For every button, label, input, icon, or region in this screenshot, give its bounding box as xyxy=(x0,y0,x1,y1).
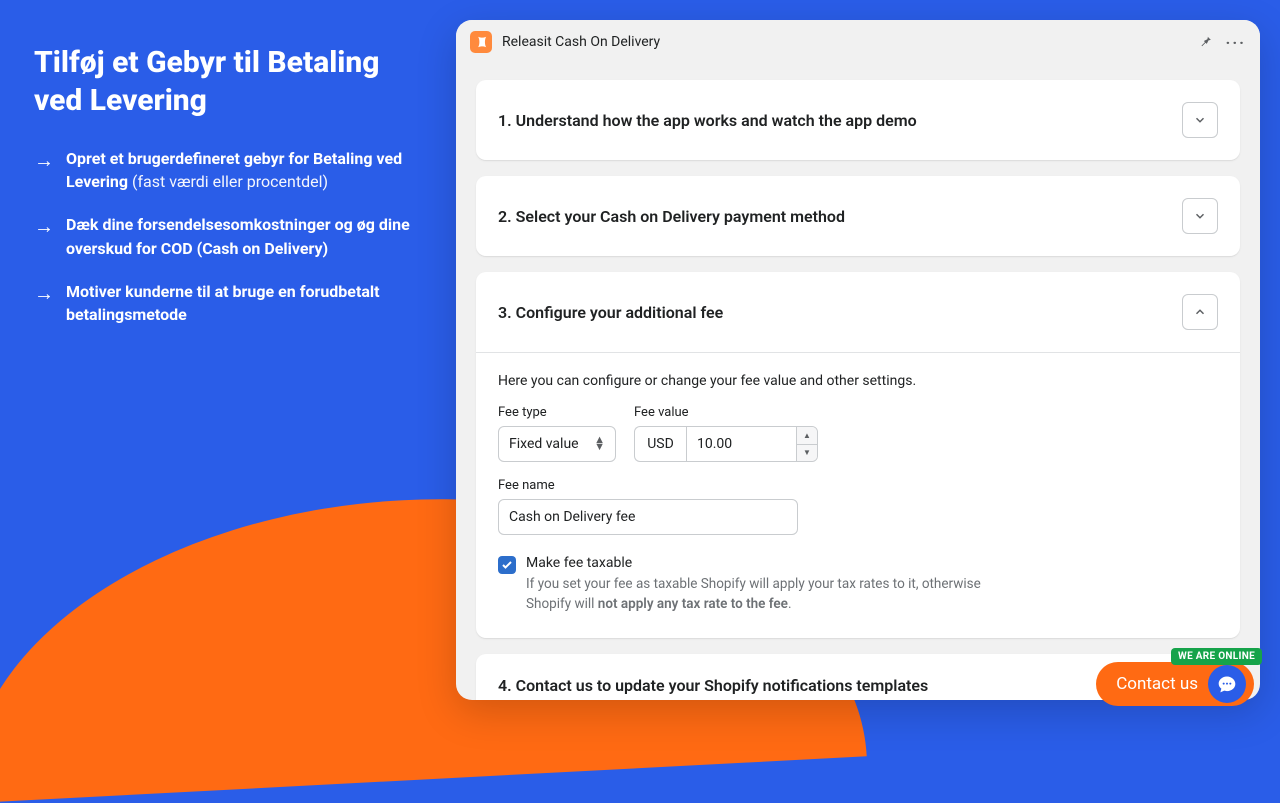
fee-value-field: Fee value USD 10.00 ▲ ▼ xyxy=(634,405,818,462)
bullet-3: → Motiver kunderne til at bruge en forud… xyxy=(34,280,434,326)
number-stepper: ▲ ▼ xyxy=(796,426,818,462)
panel-3-description: Here you can configure or change your fe… xyxy=(498,373,1218,389)
arrow-icon: → xyxy=(34,280,54,326)
chevron-down-icon[interactable] xyxy=(1182,198,1218,234)
fee-type-select[interactable]: Fixed value ▲▼ xyxy=(498,426,616,462)
bullet-1: → Opret et brugerdefineret gebyr for Bet… xyxy=(34,147,434,193)
arrow-icon: → xyxy=(34,147,54,193)
panel-3-title: 3. Configure your additional fee xyxy=(498,303,723,322)
online-badge: WE ARE ONLINE xyxy=(1171,648,1262,665)
panel-3-body: Here you can configure or change your fe… xyxy=(476,352,1240,638)
panel-4-title: 4. Contact us to update your Shopify not… xyxy=(498,676,928,695)
currency-prefix: USD xyxy=(634,426,686,462)
fee-type-field: Fee type Fixed value ▲▼ xyxy=(498,405,616,462)
taxable-checkbox[interactable] xyxy=(498,556,516,574)
taxable-label: Make fee taxable xyxy=(526,555,1006,571)
step-up-button[interactable]: ▲ xyxy=(797,427,817,445)
fee-amount-input[interactable]: 10.00 xyxy=(686,426,796,462)
chevron-down-icon[interactable] xyxy=(1182,102,1218,138)
step-down-button[interactable]: ▼ xyxy=(797,445,817,462)
fee-type-label: Fee type xyxy=(498,405,616,420)
more-icon[interactable]: ··· xyxy=(1226,33,1246,52)
panel-1: 1. Understand how the app works and watc… xyxy=(476,80,1240,160)
panel-1-header[interactable]: 1. Understand how the app works and watc… xyxy=(476,80,1240,160)
titlebar: Releasit Cash On Delivery ··· xyxy=(456,20,1260,64)
chevron-up-icon[interactable] xyxy=(1182,294,1218,330)
taxable-description: If you set your fee as taxable Shopify w… xyxy=(526,575,1006,614)
panel-1-title: 1. Understand how the app works and watc… xyxy=(498,111,917,130)
app-logo-icon xyxy=(470,31,492,53)
panel-2-title: 2. Select your Cash on Delivery payment … xyxy=(498,207,845,226)
app-window: Releasit Cash On Delivery ··· 1. Underst… xyxy=(456,20,1260,700)
content-area: 1. Understand how the app works and watc… xyxy=(456,64,1260,700)
chat-icon xyxy=(1208,665,1246,703)
promo-sidebar: Tilføj et Gebyr til Betaling ved Leverin… xyxy=(34,44,434,346)
promo-headline: Tilføj et Gebyr til Betaling ved Leverin… xyxy=(34,44,434,119)
fee-name-input[interactable]: Cash on Delivery fee xyxy=(498,499,798,535)
app-title: Releasit Cash On Delivery xyxy=(502,34,660,50)
promo-bullets: → Opret et brugerdefineret gebyr for Bet… xyxy=(34,147,434,326)
arrow-icon: → xyxy=(34,213,54,259)
panel-3: 3. Configure your additional fee Here yo… xyxy=(476,272,1240,638)
contact-label: Contact us xyxy=(1116,674,1198,694)
contact-widget: Contact us WE ARE ONLINE xyxy=(1096,662,1254,706)
select-caret-icon: ▲▼ xyxy=(594,437,605,450)
pin-icon[interactable] xyxy=(1198,33,1212,52)
fee-type-value: Fixed value xyxy=(509,436,579,452)
fee-value-label: Fee value xyxy=(634,405,818,420)
panel-3-header[interactable]: 3. Configure your additional fee xyxy=(476,272,1240,352)
fee-name-label: Fee name xyxy=(498,478,1218,493)
taxable-row: Make fee taxable If you set your fee as … xyxy=(498,555,1218,614)
contact-button[interactable]: Contact us WE ARE ONLINE xyxy=(1096,662,1254,706)
fee-name-field: Fee name Cash on Delivery fee xyxy=(498,478,1218,535)
panel-2-header[interactable]: 2. Select your Cash on Delivery payment … xyxy=(476,176,1240,256)
bullet-2: → Dæk dine forsendelsesomkostninger og ø… xyxy=(34,213,434,259)
panel-2: 2. Select your Cash on Delivery payment … xyxy=(476,176,1240,256)
